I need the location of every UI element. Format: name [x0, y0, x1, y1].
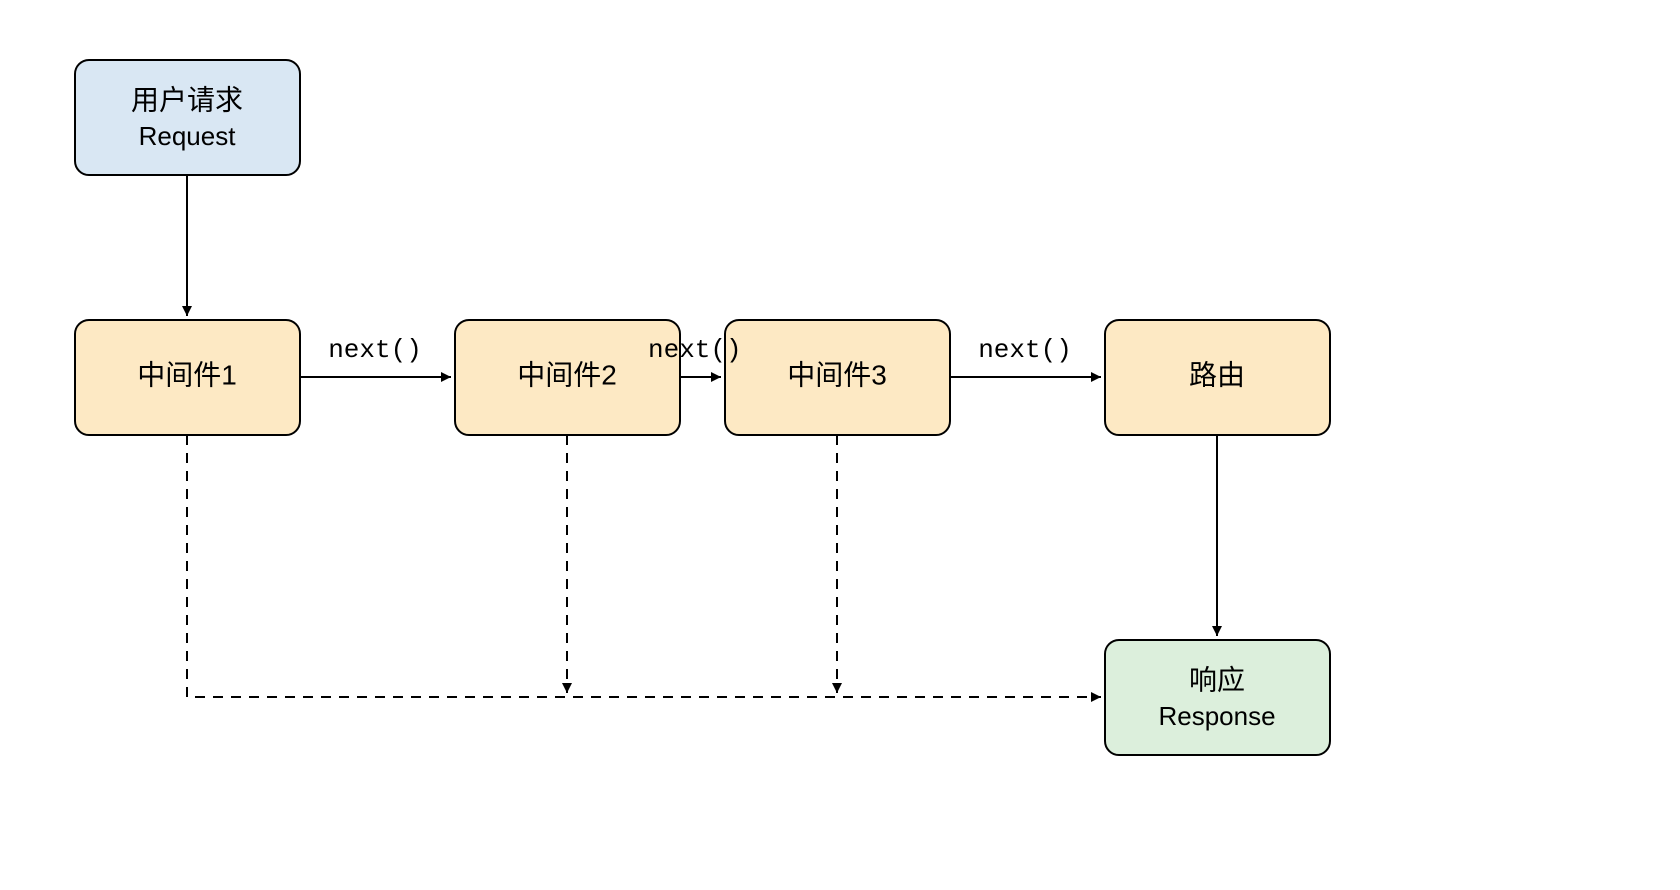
node-response: 响应 Response — [1105, 640, 1330, 755]
middleware-2-label: 中间件2 — [517, 359, 617, 390]
edge-label-next-2: next() — [648, 335, 742, 365]
node-middleware-3: 中间件3 — [725, 320, 950, 435]
request-subtitle: Request — [139, 121, 237, 151]
node-middleware-1: 中间件1 — [75, 320, 300, 435]
node-route: 路由 — [1105, 320, 1330, 435]
middleware-3-label: 中间件3 — [787, 359, 887, 390]
middleware-flow-diagram: 用户请求 Request 中间件1 中间件2 中间件3 路由 响应 Respon… — [0, 0, 1680, 890]
edge-label-next-1: next() — [328, 335, 422, 365]
route-label: 路由 — [1189, 359, 1245, 390]
response-subtitle: Response — [1158, 701, 1275, 731]
edge-mw1-to-response — [187, 435, 1101, 697]
node-request: 用户请求 Request — [75, 60, 300, 175]
node-middleware-2: 中间件2 — [455, 320, 680, 435]
response-title: 响应 — [1189, 664, 1245, 695]
middleware-1-label: 中间件1 — [137, 359, 237, 390]
request-title: 用户请求 — [131, 84, 243, 115]
edge-label-next-3: next() — [978, 335, 1072, 365]
